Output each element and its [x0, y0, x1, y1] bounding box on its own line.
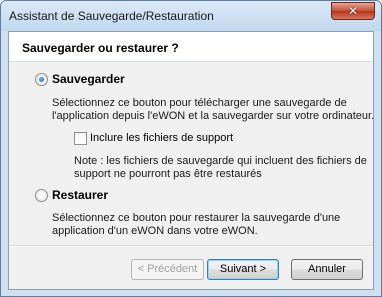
restore-label[interactable]: Restaurer [52, 188, 108, 202]
backup-label[interactable]: Sauvegarder [52, 72, 125, 86]
page-title: Sauvegarder ou restaurer ? [22, 41, 179, 55]
title-bar[interactable]: Assistant de Sauvegarde/Restauration ✕ [1, 1, 381, 31]
cancel-button[interactable]: Annuler [291, 259, 363, 280]
next-button[interactable]: Suivant > [207, 259, 279, 280]
backup-note-line1: Note : les fichiers de sauvegarde qui in… [74, 155, 367, 167]
window-title: Assistant de Sauvegarde/Restauration [9, 9, 214, 23]
close-button[interactable]: ✕ [331, 2, 375, 20]
close-icon: ✕ [347, 4, 359, 18]
wizard-window: Assistant de Sauvegarde/Restauration ✕ S… [0, 0, 382, 297]
backup-radio[interactable] [35, 73, 48, 86]
restore-description-line1: Sélectionnez ce bouton pour restaurer la… [52, 212, 341, 224]
backup-description-line2: l'application depuis l'eWON et la sauveg… [52, 110, 375, 122]
wizard-body: Sauvegarder ou restaurer ? Sauvegarder S… [8, 31, 374, 290]
footer-divider [9, 245, 373, 247]
restore-description-line2: application d'un eWON dans votre eWON. [52, 225, 258, 237]
include-support-files-checkbox[interactable] [74, 132, 87, 145]
previous-button[interactable]: < Précédent [131, 259, 204, 280]
wizard-header: Sauvegarder ou restaurer ? [9, 32, 373, 62]
backup-note-line2: support ne pourront pas être restaurés [74, 168, 262, 180]
backup-description-line1: Sélectionnez ce bouton pour télécharger … [52, 97, 347, 109]
include-support-files-label[interactable]: Inclure les fichiers de support [90, 132, 233, 144]
restore-radio[interactable] [35, 189, 48, 202]
